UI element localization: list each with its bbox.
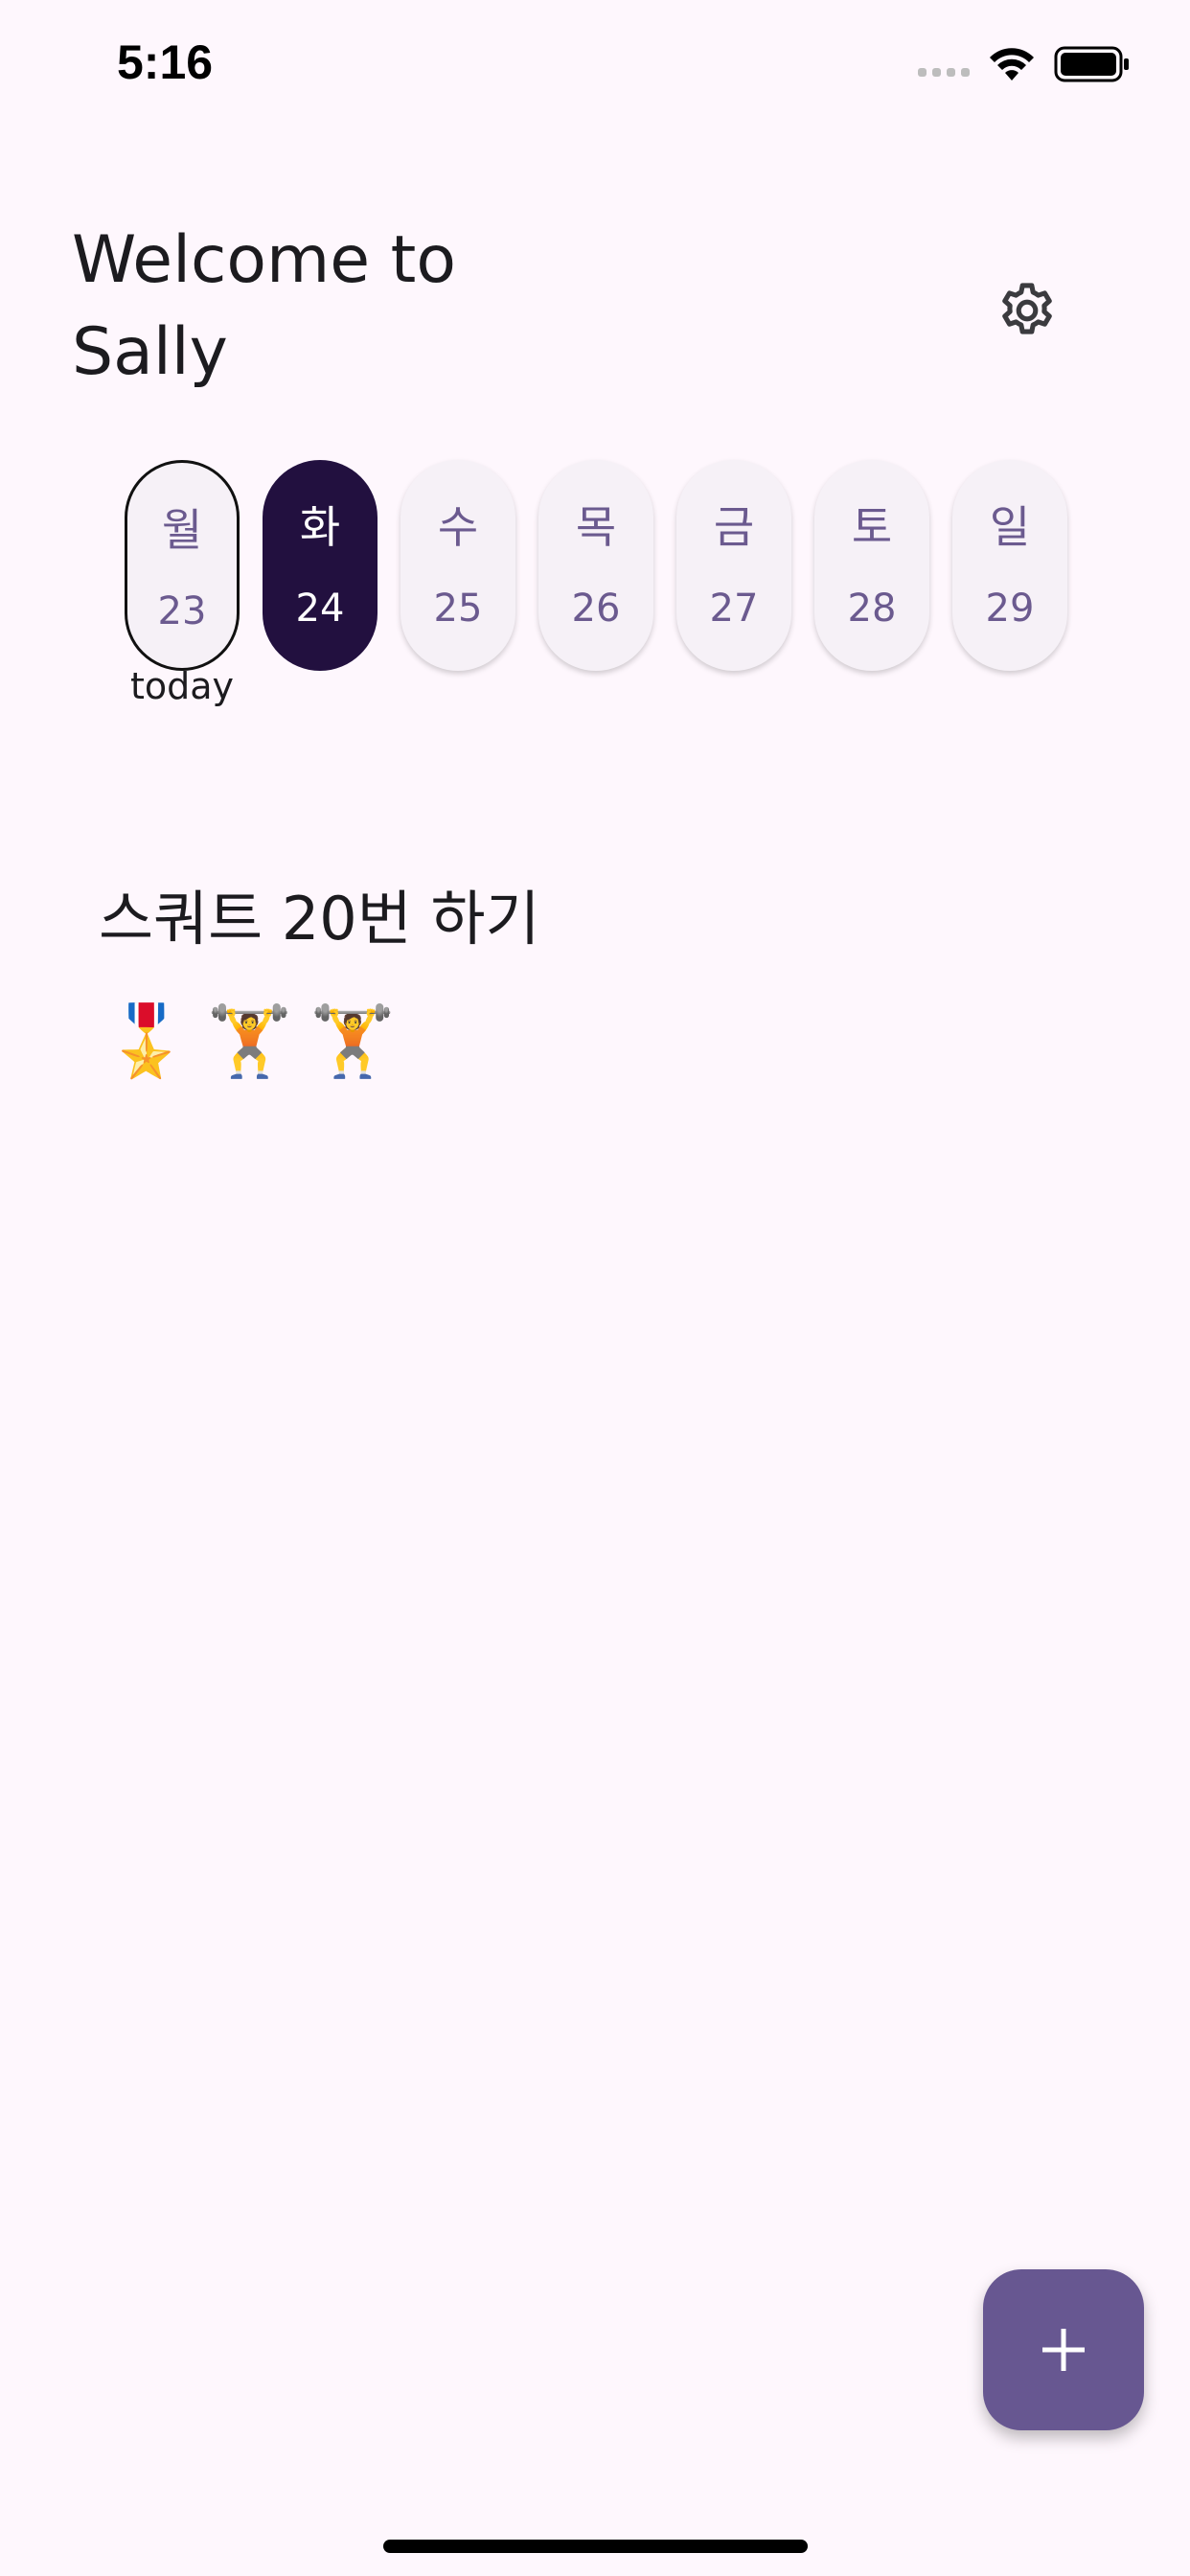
day-date: 26: [571, 586, 621, 631]
medal-icon: 🎖️: [103, 1000, 190, 1081]
day-sun[interactable]: 일 29: [952, 460, 1067, 671]
day-name: 목: [575, 501, 617, 553]
home-indicator: [383, 2540, 808, 2553]
day-mon[interactable]: 월 23: [125, 460, 240, 671]
habit-badges: 🎖️ 🏋️ 🏋️: [103, 1002, 396, 1079]
status-bar: 5:16: [0, 0, 1190, 134]
status-time: 5:16: [117, 35, 214, 89]
day-name: 화: [299, 501, 341, 553]
add-habit-button[interactable]: [983, 2269, 1144, 2430]
day-wed[interactable]: 수 25: [400, 460, 515, 671]
day-name: 금: [713, 501, 755, 553]
day-name: 월: [161, 504, 203, 556]
gear-icon[interactable]: [995, 278, 1060, 343]
day-name: 토: [851, 501, 893, 553]
day-date: 23: [157, 589, 207, 633]
day-fri[interactable]: 금 27: [676, 460, 791, 671]
day-tue[interactable]: 화 24: [263, 460, 378, 671]
day-thu[interactable]: 목 26: [538, 460, 653, 671]
day-name: 수: [437, 501, 479, 553]
day-date: 28: [847, 586, 897, 631]
day-date: 27: [709, 586, 759, 631]
today-label: today: [129, 665, 235, 707]
weightlifter-icon: 🏋️: [309, 1000, 396, 1081]
weightlifter-icon: 🏋️: [206, 1000, 293, 1081]
day-sat[interactable]: 토 28: [814, 460, 929, 671]
plus-icon: [1042, 2329, 1085, 2371]
day-date: 25: [433, 586, 483, 631]
habit-title[interactable]: 스쿼트 20번 하기: [99, 870, 540, 956]
battery-icon: [1054, 46, 1129, 82]
page-title: Welcome to Sally: [72, 222, 456, 390]
cellular-signal-icon: [918, 68, 970, 77]
week-selector: 월 23 today 화 24 수 25 목 26 금 27 토 28 일 29: [125, 460, 1068, 719]
day-name: 일: [989, 501, 1031, 553]
wifi-icon: [990, 48, 1034, 80]
day-date: 29: [985, 586, 1035, 631]
day-date: 24: [295, 586, 345, 631]
